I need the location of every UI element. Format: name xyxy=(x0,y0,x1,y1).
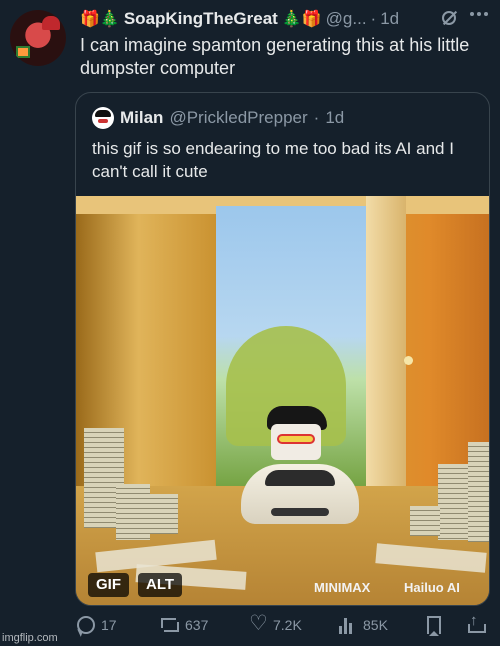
author-handle[interactable]: @g... xyxy=(326,9,367,29)
views-count: 85K xyxy=(363,617,388,633)
separator-dot: · xyxy=(370,9,377,28)
reply-button[interactable]: 17 xyxy=(77,616,117,634)
gif-badge[interactable]: GIF xyxy=(88,573,129,597)
santa-hat-graphic xyxy=(42,16,60,30)
bookmark-button[interactable] xyxy=(427,616,441,636)
money-stack-graphic xyxy=(116,484,150,540)
name-emoji-left: 🎁🎄 xyxy=(80,11,120,28)
quoted-gif[interactable]: GIF ALT MINIMAX Hailuo AI xyxy=(76,196,489,605)
views-button[interactable]: 85K xyxy=(339,616,388,634)
like-count: 7.2K xyxy=(273,617,302,633)
hailuo-watermark: Hailuo AI xyxy=(404,580,460,595)
money-stack-graphic xyxy=(410,506,440,536)
tweet-time[interactable]: 1d xyxy=(380,9,399,29)
grok-icon[interactable] xyxy=(442,11,456,25)
quoted-author-name[interactable]: Milan xyxy=(120,108,163,128)
money-stack-graphic xyxy=(468,442,489,542)
like-button[interactable]: 7.2K xyxy=(249,612,302,636)
quoted-time[interactable]: 1d xyxy=(325,108,344,128)
quoted-avatar[interactable] xyxy=(92,107,114,129)
quoted-separator-dot: · xyxy=(313,108,320,127)
reply-icon xyxy=(77,616,95,634)
repost-count: 637 xyxy=(185,617,209,633)
author-name[interactable]: SoapKingTheGreat xyxy=(124,9,278,29)
spamton-character-graphic xyxy=(261,406,331,464)
action-bar: 17 637 7.2K 85K xyxy=(75,612,490,640)
share-icon xyxy=(467,612,486,634)
minimax-watermark: MINIMAX xyxy=(314,580,371,595)
quoted-author-handle[interactable]: @PrickledPrepper xyxy=(169,108,307,128)
door-panel-graphic xyxy=(366,196,406,496)
quoted-text: this gif is so endearing to me too bad i… xyxy=(92,139,454,181)
views-icon xyxy=(339,616,357,634)
quoted-tweet[interactable]: Milan @PrickledPrepper · 1d this gif is … xyxy=(75,92,490,606)
repost-button[interactable]: 637 xyxy=(161,616,208,634)
quoted-header: Milan @PrickledPrepper · 1d xyxy=(92,107,344,129)
tweet: 🎁🎄 SoapKingTheGreat 🎄🎁 @g... · 1d I can … xyxy=(0,0,500,646)
alt-badge[interactable]: ALT xyxy=(138,573,183,597)
tweet-text: I can imagine spamton generating this at… xyxy=(80,35,470,78)
repost-icon xyxy=(161,616,179,634)
white-lamborghini-graphic xyxy=(241,464,359,524)
share-button[interactable] xyxy=(467,612,486,634)
tweet-header: 🎁🎄 SoapKingTheGreat 🎄🎁 @g... · 1d xyxy=(80,8,399,30)
imgflip-watermark: imgflip.com xyxy=(2,632,58,644)
more-icon[interactable] xyxy=(470,12,488,18)
door-knob-graphic xyxy=(404,356,413,365)
like-icon xyxy=(249,612,268,636)
name-emoji-right: 🎄🎁 xyxy=(281,11,322,28)
money-stack-graphic xyxy=(150,494,178,534)
reply-count: 17 xyxy=(101,617,117,633)
bookmark-icon xyxy=(427,616,441,636)
gift-graphic xyxy=(16,46,30,58)
author-avatar[interactable] xyxy=(10,10,66,66)
